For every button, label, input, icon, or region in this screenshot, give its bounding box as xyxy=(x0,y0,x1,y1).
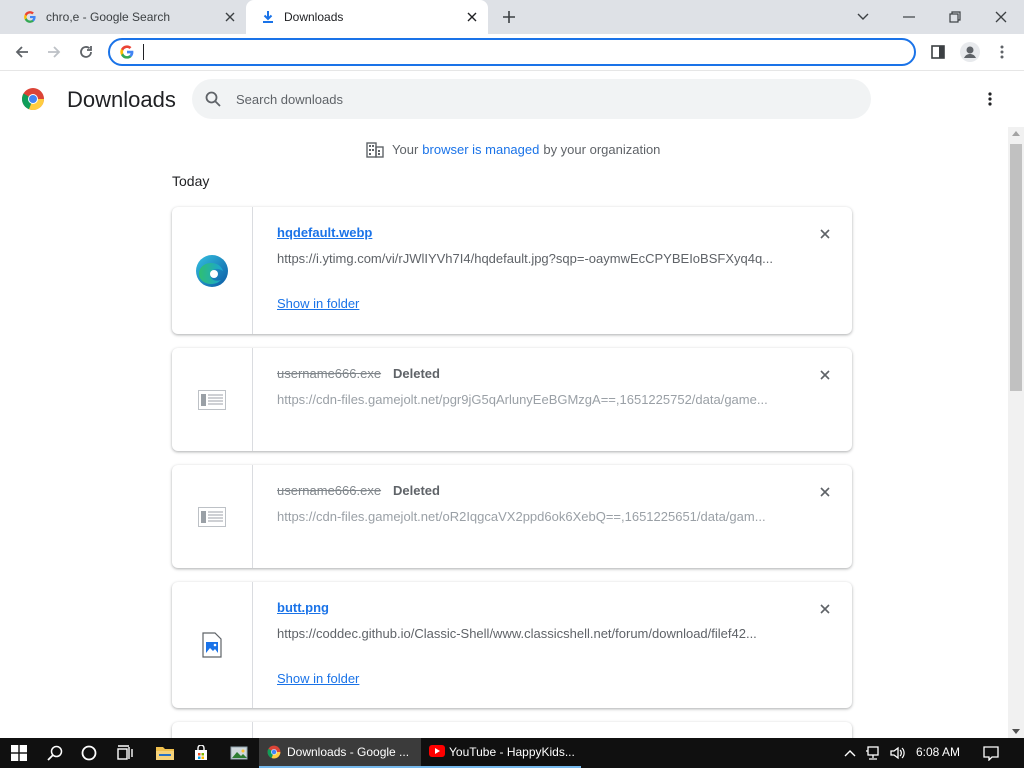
taskbar-app-label: Downloads - Google ... xyxy=(287,745,410,759)
status-label: Deleted xyxy=(393,483,440,498)
restore-button[interactable] xyxy=(932,0,978,34)
close-tab-icon[interactable] xyxy=(222,9,238,25)
address-input[interactable] xyxy=(142,43,902,61)
new-tab-button[interactable] xyxy=(498,6,520,28)
chrome-logo-icon xyxy=(21,87,45,111)
file-name-deleted: username666.exe xyxy=(277,366,382,381)
show-hidden-icons[interactable] xyxy=(840,738,860,768)
managed-notice: Your browser is managed by your organiza… xyxy=(366,140,660,158)
scrollbar-thumb[interactable] xyxy=(1010,144,1022,391)
scroll-up-arrow-icon[interactable] xyxy=(1012,131,1020,136)
tab-google-search[interactable]: chro,e - Google Search xyxy=(12,0,246,34)
remove-from-list-icon[interactable] xyxy=(816,225,834,243)
download-item xyxy=(172,722,852,738)
download-item: butt.png https://coddec.github.io/Classi… xyxy=(172,582,852,708)
reload-button[interactable] xyxy=(73,39,99,65)
youtube-icon xyxy=(429,745,445,759)
file-generic-icon xyxy=(172,348,253,451)
file-url[interactable]: https://i.ytimg.com/vi/rJWlIYVh7I4/hqdef… xyxy=(277,251,777,266)
minimize-button[interactable] xyxy=(886,0,932,34)
google-icon xyxy=(119,44,135,60)
task-view-icon[interactable] xyxy=(112,738,138,768)
search-input[interactable] xyxy=(236,89,836,109)
page-title: Downloads xyxy=(67,87,176,112)
image-file-icon xyxy=(172,582,253,708)
taskbar-youtube[interactable]: YouTube - HappyKids... xyxy=(421,738,581,768)
system-clock[interactable]: 6:08 AM xyxy=(916,745,960,759)
taskbar-chrome-downloads[interactable]: Downloads - Google ... xyxy=(259,738,421,768)
scrollbar[interactable] xyxy=(1008,127,1024,738)
file-url[interactable]: https://coddec.github.io/Classic-Shell/w… xyxy=(277,626,777,641)
more-actions-icon[interactable] xyxy=(978,87,1002,111)
browser-toolbar xyxy=(0,34,1024,71)
volume-icon[interactable] xyxy=(886,738,908,768)
address-bar[interactable] xyxy=(108,38,916,66)
tab-title: chro,e - Google Search xyxy=(46,10,171,24)
download-icon xyxy=(260,9,276,25)
store-icon[interactable] xyxy=(188,738,214,768)
file-icon xyxy=(172,722,253,738)
forward-button[interactable] xyxy=(41,39,67,65)
start-button[interactable] xyxy=(6,738,32,768)
download-item: hqdefault.webp https://i.ytimg.com/vi/rJ… xyxy=(172,207,852,334)
downloads-header: Downloads xyxy=(0,71,1024,127)
downloads-list: Your browser is managed by your organiza… xyxy=(0,127,1008,738)
chrome-icon xyxy=(267,745,281,759)
tab-downloads[interactable]: Downloads xyxy=(246,0,488,34)
remove-from-list-icon[interactable] xyxy=(816,366,834,384)
close-tab-icon[interactable] xyxy=(464,9,480,25)
tab-strip: chro,e - Google Search Downloads xyxy=(0,0,1024,34)
search-icon[interactable] xyxy=(42,738,68,768)
notifications-icon[interactable] xyxy=(980,738,1002,768)
file-name-link[interactable]: butt.png xyxy=(277,600,329,615)
taskbar-app-label: YouTube - HappyKids... xyxy=(449,745,575,759)
google-icon xyxy=(22,9,38,25)
close-window-button[interactable] xyxy=(978,0,1024,34)
file-url[interactable]: https://cdn-files.gamejolt.net/pgr9jG5qA… xyxy=(277,392,777,407)
show-in-folder-link[interactable]: Show in folder xyxy=(277,671,359,686)
file-explorer-icon[interactable] xyxy=(152,738,178,768)
managed-prefix: Your xyxy=(392,141,419,157)
file-generic-icon xyxy=(172,465,253,568)
remove-from-list-icon[interactable] xyxy=(816,600,834,618)
chrome-menu-icon[interactable] xyxy=(989,39,1015,65)
photos-app-icon[interactable] xyxy=(226,738,252,768)
building-icon xyxy=(366,140,384,158)
download-item: username666.exe Deleted https://cdn-file… xyxy=(172,348,852,451)
side-panel-icon[interactable] xyxy=(925,39,951,65)
network-icon[interactable] xyxy=(862,738,884,768)
text-caret xyxy=(143,44,144,60)
remove-from-list-icon[interactable] xyxy=(816,483,834,501)
tab-search-icon[interactable] xyxy=(840,0,886,34)
show-in-folder-link[interactable]: Show in folder xyxy=(277,296,359,311)
search-downloads[interactable] xyxy=(192,79,871,119)
profile-avatar[interactable] xyxy=(957,39,983,65)
download-item: username666.exe Deleted https://cdn-file… xyxy=(172,465,852,568)
file-url[interactable]: https://cdn-files.gamejolt.net/oR2IqgcaV… xyxy=(277,509,777,524)
browser-managed-link[interactable]: browser is managed xyxy=(422,142,539,157)
managed-suffix: by your organization xyxy=(543,141,661,157)
status-label: Deleted xyxy=(393,366,440,381)
tab-title: Downloads xyxy=(284,10,344,24)
scroll-down-arrow-icon[interactable] xyxy=(1012,729,1020,734)
file-name-deleted: username666.exe xyxy=(277,483,382,498)
windows-taskbar: Downloads - Google ... YouTube - HappyKi… xyxy=(0,738,1024,768)
cortana-icon[interactable] xyxy=(76,738,102,768)
edge-icon xyxy=(172,207,253,334)
search-icon xyxy=(204,90,222,108)
back-button[interactable] xyxy=(9,39,35,65)
file-name-link[interactable]: hqdefault.webp xyxy=(277,225,372,240)
date-group-label: Today xyxy=(172,173,210,189)
